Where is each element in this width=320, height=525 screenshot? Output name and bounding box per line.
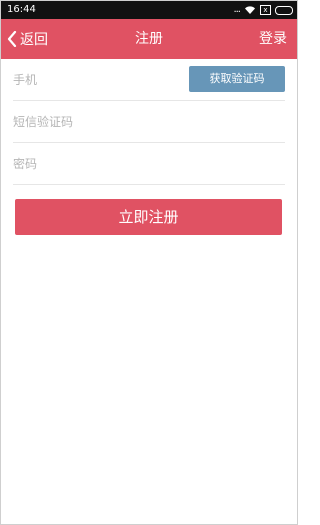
status-time: 16:44 bbox=[7, 4, 36, 15]
chevron-left-icon bbox=[7, 31, 17, 47]
back-button[interactable]: 返回 bbox=[7, 19, 48, 59]
back-label: 返回 bbox=[20, 32, 48, 48]
battery-icon bbox=[275, 5, 293, 15]
app-screen: 16:44 ... x 返回 注册 登录 获取验证码 bbox=[0, 0, 298, 525]
status-icons: ... x bbox=[233, 1, 293, 19]
sim-icon: x bbox=[260, 5, 271, 15]
sms-code-row bbox=[13, 101, 285, 143]
status-bar: 16:44 ... x bbox=[1, 1, 297, 19]
password-row bbox=[13, 143, 285, 185]
wifi-icon bbox=[245, 6, 255, 14]
phone-input[interactable] bbox=[13, 59, 183, 100]
phone-row: 获取验证码 bbox=[13, 59, 285, 101]
register-submit-button[interactable]: 立即注册 bbox=[15, 199, 282, 235]
signal-dots-icon: ... bbox=[233, 4, 240, 15]
nav-bar: 返回 注册 登录 bbox=[1, 19, 297, 59]
login-button[interactable]: 登录 bbox=[259, 19, 287, 59]
get-code-button[interactable]: 获取验证码 bbox=[189, 66, 285, 92]
sms-code-input[interactable] bbox=[13, 101, 285, 142]
password-input[interactable] bbox=[13, 143, 285, 184]
register-form: 获取验证码 bbox=[13, 59, 285, 185]
